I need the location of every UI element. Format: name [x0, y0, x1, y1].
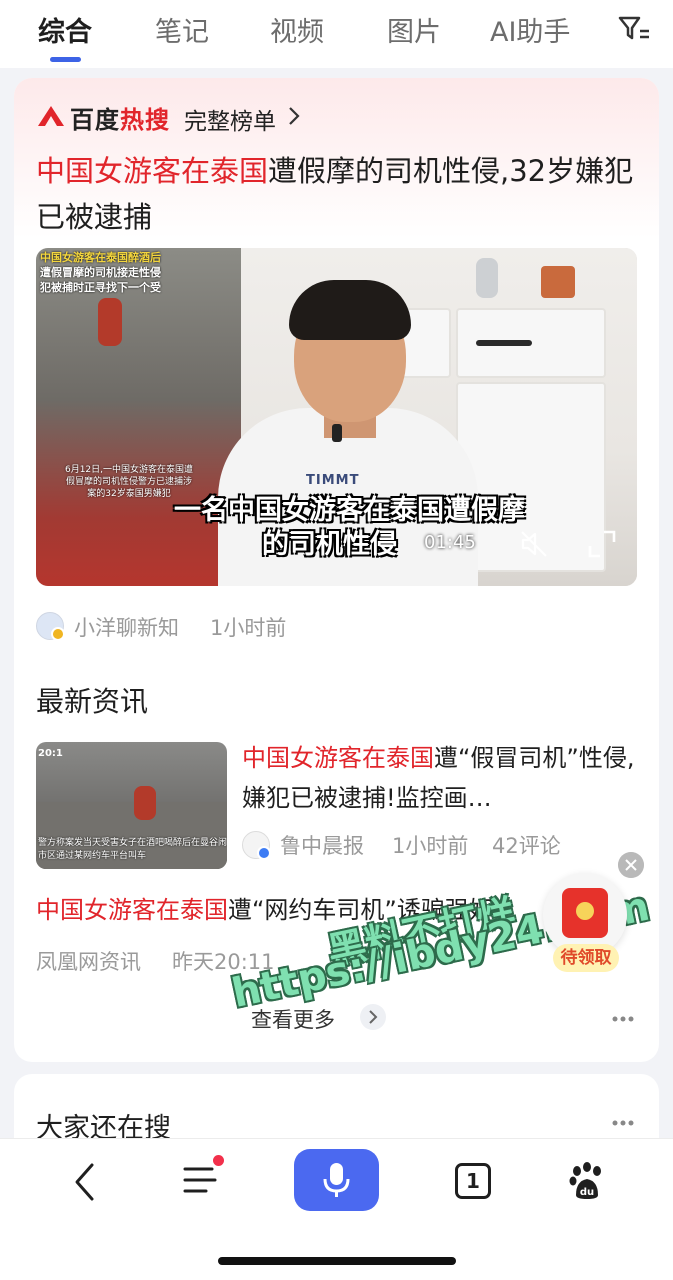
baidu-paw-icon[interactable]: du [568, 1161, 606, 1201]
news-title-highlight: 中国女游客在泰国 [242, 744, 434, 772]
verified-badge-icon [257, 846, 271, 860]
video-inset-line1: 中国女游客在泰国醉酒后 [40, 251, 161, 264]
home-indicator [218, 1257, 456, 1265]
red-envelope-seal [576, 902, 594, 920]
hot-search-logo-icon [38, 106, 64, 126]
tab-images[interactable]: 图片 [387, 10, 441, 49]
news-comments[interactable]: 42评论 [492, 830, 561, 860]
tab-ai-assistant[interactable]: AI助手 [490, 10, 570, 49]
back-arrow-icon[interactable] [70, 1161, 100, 1203]
tab-videos[interactable]: 视频 [270, 10, 324, 49]
video-duration: 01:45 [424, 532, 476, 553]
verified-badge-icon [51, 627, 65, 641]
chevron-right-icon[interactable] [360, 1004, 386, 1030]
video-inset-panel: 中国女游客在泰国醉酒后 遭假冒摩的司机接走性侵 犯被捕时正寻找下一个受 6月12… [36, 248, 241, 586]
mute-icon[interactable] [518, 528, 550, 560]
fullscreen-icon[interactable] [586, 528, 618, 560]
video-subtitle-line2: 的司机性侵 [262, 529, 397, 560]
news-item-title[interactable]: 中国女游客在泰国遭“假冒司机”性侵,嫌犯已被逮捕!监控画… [242, 738, 640, 818]
video-player[interactable]: 中国女游客在泰国醉酒后 遭假冒摩的司机接走性侵 犯被捕时正寻找下一个受 6月12… [36, 248, 637, 586]
headline-title[interactable]: 中国女游客在泰国遭假摩的司机性侵,32岁嫌犯已被逮捕 [36, 148, 636, 240]
news-time: 1小时前 [392, 834, 469, 858]
lapel-mic [332, 424, 342, 442]
cabinet-handle [476, 340, 532, 346]
top-tab-bar: 综合 笔记 视频 图片 AI助手 [0, 0, 673, 68]
news-source[interactable]: 鲁中晨报 [280, 830, 364, 860]
close-icon[interactable] [618, 852, 644, 878]
section-title-latest: 最新资讯 [36, 685, 149, 718]
tab-count-button[interactable]: 1 [455, 1163, 491, 1199]
chevron-right-icon[interactable] [287, 105, 301, 127]
more-options-icon[interactable] [612, 1120, 634, 1126]
video-inset-line2: 遭假冒摩的司机接走性侵 [40, 266, 161, 279]
hot-search-brand: 百度热搜 [70, 100, 170, 135]
person-hair [289, 280, 411, 340]
tab-all[interactable]: 综合 [38, 10, 92, 49]
menu-icon[interactable] [182, 1163, 218, 1197]
author-name[interactable]: 小洋聊新知 [74, 612, 179, 642]
hot-search-brand-part2: 热搜 [120, 106, 170, 134]
thumb-scooter [134, 786, 156, 820]
plant-pot [541, 266, 575, 298]
tab-notes[interactable]: 笔记 [155, 10, 209, 49]
thumb-caption: 警方称案发当天受害女子在酒吧喝醉后在曼谷闹市区通过某网约车平台叫车 [38, 838, 227, 861]
video-inset-line3: 犯被捕时正寻找下一个受 [40, 281, 161, 294]
notification-dot [213, 1155, 224, 1166]
news2-title-highlight: 中国女游客在泰国 [36, 896, 228, 924]
svg-text:du: du [580, 1187, 594, 1198]
full-list-link[interactable]: 完整榜单 [184, 102, 276, 136]
red-packet-label[interactable]: 待领取 [553, 944, 619, 972]
hot-search-brand-part1: 百度 [70, 106, 120, 134]
shirt-logo: TIMMT [306, 473, 360, 488]
headline-highlight: 中国女游客在泰国 [36, 154, 269, 188]
news-source[interactable]: 凤凰网资讯 [36, 946, 141, 976]
scooter-shape [98, 298, 122, 346]
microphone-icon [323, 1163, 350, 1197]
filter-icon[interactable] [617, 14, 651, 44]
vase [476, 258, 498, 298]
video-inset-caption: 中国女游客在泰国醉酒后 遭假冒摩的司机接走性侵 犯被捕时正寻找下一个受 [40, 250, 240, 295]
news-thumbnail[interactable]: 20:1 警方称案发当天受害女子在酒吧喝醉后在曼谷闹市区通过某网约车平台叫车 [36, 742, 227, 869]
more-options-icon[interactable] [612, 1016, 634, 1022]
thumb-tag: 20:1 [38, 748, 63, 759]
voice-search-button[interactable] [294, 1149, 379, 1211]
active-tab-indicator [50, 57, 81, 62]
bottom-nav-bar: 1 du [0, 1138, 673, 1280]
post-time: 1小时前 [210, 616, 287, 640]
